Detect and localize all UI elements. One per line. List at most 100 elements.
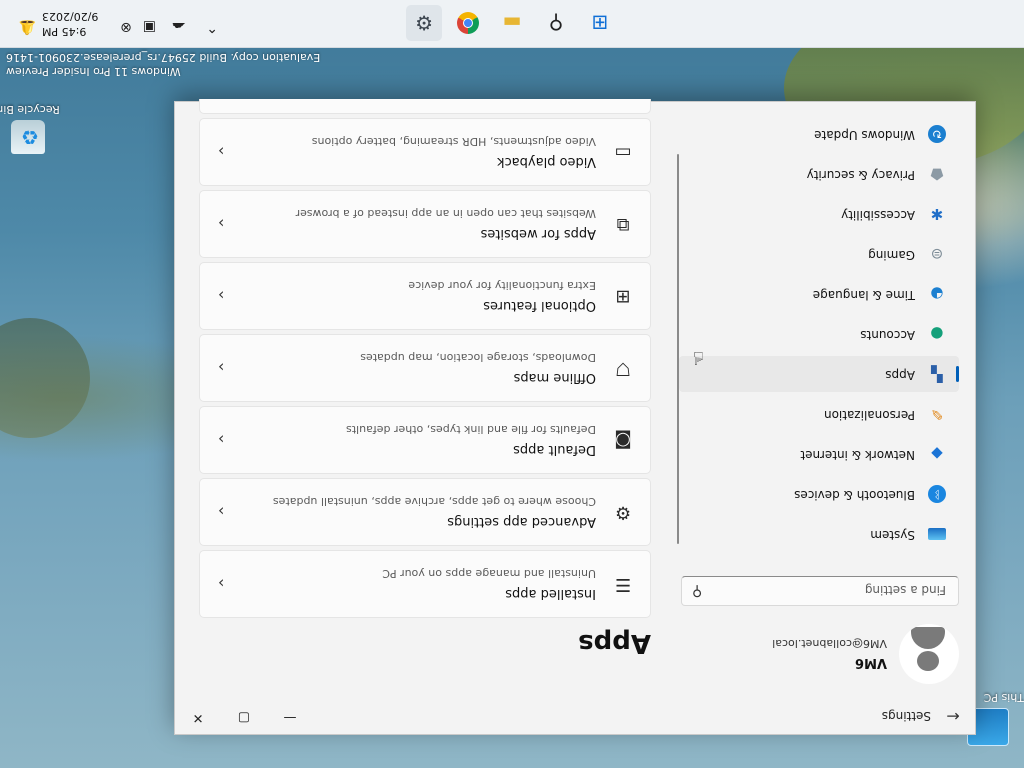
sidebar-item-label: Personalization [824, 408, 915, 422]
sidebar-item-accounts[interactable]: ● Accounts [679, 316, 959, 352]
chevron-right-icon: › [218, 286, 225, 305]
close-button[interactable]: ✕ [175, 700, 221, 734]
update-icon: ↻ [928, 125, 946, 143]
avatar-head [917, 651, 939, 671]
sidebar-item-label: Accounts [860, 328, 915, 342]
taskbar-search-button[interactable]: ⚲ [538, 5, 574, 41]
card-title: Installed apps [505, 586, 596, 601]
default-apps-icon: ◙ [614, 430, 632, 451]
sidebar-item-label: Bluetooth & devices [794, 488, 915, 502]
sidebar-item-label: System [870, 528, 915, 542]
sidebar-item-gaming[interactable]: ⊜ Gaming [679, 236, 959, 272]
back-button[interactable]: ← [941, 706, 965, 726]
chevron-right-icon: › [218, 214, 225, 233]
chrome-icon [457, 12, 479, 34]
card-default-apps[interactable]: ◙ Default apps Defaults for file and lin… [199, 406, 651, 474]
sidebar-item-windows-update[interactable]: ↻ Windows Update [679, 116, 959, 152]
card-advanced-app-settings[interactable]: ⚙ Advanced app settings Choose where to … [199, 478, 651, 546]
volume-muted-icon[interactable]: ⊗ [120, 19, 132, 35]
card-optional-features[interactable]: ⊞ Optional features Extra functionality … [199, 262, 651, 330]
network-icon: ◆ [931, 445, 943, 463]
onedrive-icon[interactable]: ☁ [172, 19, 186, 35]
desktop-icon-recycle-bin[interactable]: ♻ Recycle Bin [0, 103, 66, 154]
card-title: Offline maps [513, 370, 596, 385]
card-subtitle: Defaults for file and link types, other … [346, 423, 596, 436]
sidebar-item-network[interactable]: ◆ Network & internet [679, 436, 959, 472]
notification-icon[interactable]: 🔔 [19, 19, 36, 35]
card-video-playback[interactable]: ▭ Video playback Video adjustments, HDR … [199, 118, 651, 186]
minimize-button[interactable]: — [267, 700, 313, 734]
clock-date: 9/20/2023 [42, 10, 99, 23]
sidebar-item-time-language[interactable]: ◕ Time & language [679, 276, 959, 312]
back-arrow-icon: ← [946, 707, 960, 726]
maximize-button[interactable]: ▢ [221, 700, 267, 734]
search-icon: ⚲ [548, 11, 564, 35]
chevron-right-icon: › [218, 430, 225, 449]
settings-card-list: ☰ Installed apps Uninstall and manage ap… [199, 99, 651, 618]
brush-icon: ✎ [930, 405, 944, 423]
taskbar-file-explorer[interactable]: ▬ [494, 5, 530, 41]
recycle-bin-icon: ♻ [11, 120, 45, 154]
search-input[interactable]: Find a setting ⚲ [681, 576, 959, 606]
card-subtitle: Video adjustments, HDR streaming, batter… [311, 135, 596, 148]
card-apps-for-websites[interactable]: ⧉ Apps for websites Websites that can op… [199, 190, 651, 258]
taskbar-settings[interactable]: ⚙ [406, 5, 442, 41]
card-title: Apps for websites [480, 226, 596, 241]
card-partial[interactable] [199, 99, 651, 114]
clock-time: 9:45 PM [42, 25, 87, 38]
title-bar: ← Settings — ▢ ✕ [175, 698, 975, 734]
wallpaper-hill [0, 318, 90, 438]
accessibility-icon: ✱ [930, 205, 944, 223]
globe-icon: ◕ [930, 285, 944, 303]
app-settings-icon: ⚙ [614, 502, 632, 523]
sidebar-item-privacy[interactable]: ⬟ Privacy & security [679, 156, 959, 192]
tray-overflow-chevron-icon[interactable]: ⌃ [206, 19, 218, 35]
grid-plus-icon: ⊞ [615, 286, 631, 307]
sidebar-item-label: Windows Update [814, 128, 915, 142]
sidebar-item-system[interactable]: System [679, 516, 959, 552]
sidebar-scrollbar[interactable] [677, 154, 679, 544]
shield-icon: ⬟ [930, 165, 944, 183]
bluetooth-icon: ᛒ [928, 485, 946, 503]
folder-icon: ▬ [502, 11, 522, 35]
sidebar-item-label: Gaming [868, 248, 915, 262]
sidebar-item-accessibility[interactable]: ✱ Accessibility [679, 196, 959, 232]
card-offline-maps[interactable]: ⛉ Offline maps Downloads, storage locati… [199, 334, 651, 402]
taskbar: ⊞ ⚲ ▬ ⚙ ⌃ ☁ ▣ ⊗ 9:45 PM 9/20/2023 🔔 [0, 0, 1024, 48]
sidebar-nav: System ᛒ Bluetooth & devices ◆ Network &… [679, 112, 959, 552]
taskbar-clock[interactable]: 9:45 PM 9/20/2023 [42, 9, 108, 39]
user-name: VM6 [854, 655, 887, 670]
page-title: Apps [578, 628, 651, 658]
card-subtitle: Extra functionality for your device [408, 279, 596, 292]
system-icon [928, 528, 946, 540]
gamepad-icon: ⊜ [930, 245, 944, 263]
watermark-line: Windows 11 Pro Insider Preview [6, 65, 181, 78]
video-icon: ▭ [614, 142, 632, 163]
window-title: Settings [881, 709, 931, 723]
sidebar-item-personalization[interactable]: ✎ Personalization [679, 396, 959, 432]
settings-window: ← Settings — ▢ ✕ VM6 VM6@collabnet.local… [174, 99, 976, 735]
card-title: Advanced app settings [447, 514, 596, 529]
avatar [899, 624, 959, 684]
accounts-icon: ● [930, 325, 944, 343]
search-icon: ⚲ [692, 583, 703, 599]
card-title: Default apps [513, 442, 596, 457]
card-installed-apps[interactable]: ☰ Installed apps Uninstall and manage ap… [199, 550, 651, 618]
sidebar-item-label: Privacy & security [806, 168, 915, 182]
sidebar-item-apps[interactable]: ▚ Apps [679, 356, 959, 392]
start-button[interactable]: ⊞ [582, 5, 618, 41]
evaluation-watermark: Windows 11 Pro Insider Preview Evaluatio… [6, 50, 320, 78]
sidebar-item-bluetooth[interactable]: ᛒ Bluetooth & devices [679, 476, 959, 512]
sidebar-item-label: Network & internet [800, 448, 915, 462]
taskbar-chrome[interactable] [450, 5, 486, 41]
card-subtitle: Websites that can open in an app instead… [295, 207, 596, 220]
map-icon: ⛉ [616, 358, 630, 379]
card-subtitle: Choose where to get apps, archive apps, … [272, 495, 596, 508]
windows-logo-icon: ⊞ [591, 11, 609, 35]
chevron-right-icon: › [218, 358, 225, 377]
card-subtitle: Downloads, storage location, map updates [360, 351, 596, 364]
network-tray-icon[interactable]: ▣ [143, 19, 156, 35]
chevron-right-icon: › [218, 574, 225, 593]
avatar-body [911, 627, 945, 649]
sidebar-item-label: Accessibility [841, 208, 915, 222]
